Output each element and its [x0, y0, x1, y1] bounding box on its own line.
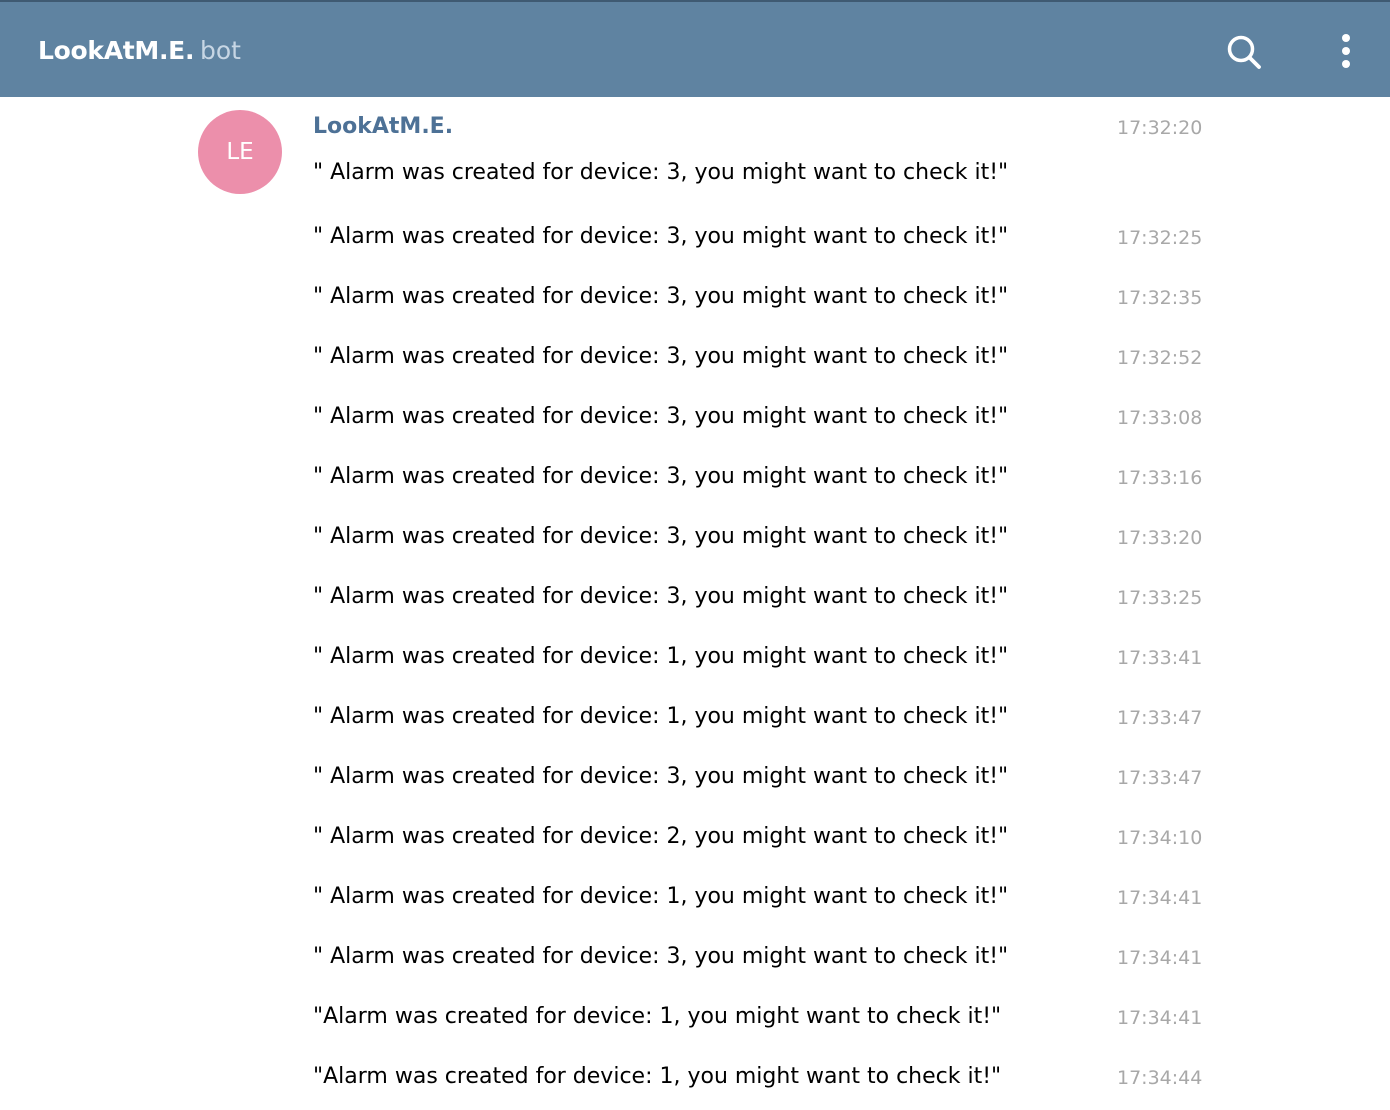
message-text[interactable]: " Alarm was created for device: 3, you m… [313, 344, 1008, 369]
message-time: 17:32:35 [1117, 287, 1203, 309]
avatar[interactable]: LE [198, 110, 282, 194]
chat-title[interactable]: LookAtM.E. [38, 36, 194, 65]
message-time: 17:33:25 [1117, 587, 1203, 609]
sender-name[interactable]: LookAtM.E. [313, 114, 453, 139]
message-time: 17:32:52 [1117, 347, 1203, 369]
message-text[interactable]: "Alarm was created for device: 1, you mi… [313, 1064, 1001, 1089]
message-text[interactable]: " Alarm was created for device: 1, you m… [313, 704, 1008, 729]
more-vertical-icon [1342, 34, 1350, 68]
message-time: 17:33:47 [1117, 707, 1203, 729]
message-text[interactable]: " Alarm was created for device: 3, you m… [313, 224, 1008, 249]
message-text[interactable]: " Alarm was created for device: 3, you m… [313, 584, 1008, 609]
more-menu-button[interactable] [1326, 30, 1366, 74]
message-time: 17:33:41 [1117, 647, 1203, 669]
message-text[interactable]: " Alarm was created for device: 3, you m… [313, 404, 1008, 429]
message-text[interactable]: " Alarm was created for device: 3, you m… [313, 284, 1008, 309]
message-time: 17:33:16 [1117, 467, 1203, 489]
message-text[interactable]: " Alarm was created for device: 1, you m… [313, 644, 1008, 669]
message-time: 17:33:08 [1117, 407, 1203, 429]
message-text[interactable]: " Alarm was created for device: 3, you m… [313, 464, 1008, 489]
message-time: 17:33:20 [1117, 527, 1203, 549]
message-text[interactable]: " Alarm was created for device: 3, you m… [313, 160, 1008, 185]
search-button[interactable] [1222, 30, 1266, 74]
message-time: 17:34:44 [1117, 1067, 1203, 1089]
message-text[interactable]: " Alarm was created for device: 3, you m… [313, 524, 1008, 549]
message-text[interactable]: " Alarm was created for device: 3, you m… [313, 944, 1008, 969]
message-time: 17:34:41 [1117, 947, 1203, 969]
message-text[interactable]: "Alarm was created for device: 1, you mi… [313, 1004, 1001, 1029]
message-time: 17:32:25 [1117, 227, 1203, 249]
message-text[interactable]: " Alarm was created for device: 2, you m… [313, 824, 1008, 849]
search-icon [1227, 35, 1261, 69]
message-time: 17:34:10 [1117, 827, 1203, 849]
chat-subtitle: bot [200, 36, 241, 65]
message-time: 17:34:41 [1117, 1007, 1203, 1029]
message-text[interactable]: " Alarm was created for device: 3, you m… [313, 764, 1008, 789]
message-time: 17:32:20 [1117, 117, 1203, 139]
chat-header: LookAtM.E. bot [0, 0, 1390, 97]
message-time: 17:34:41 [1117, 887, 1203, 909]
message-text[interactable]: " Alarm was created for device: 1, you m… [313, 884, 1008, 909]
message-time: 17:33:47 [1117, 767, 1203, 789]
